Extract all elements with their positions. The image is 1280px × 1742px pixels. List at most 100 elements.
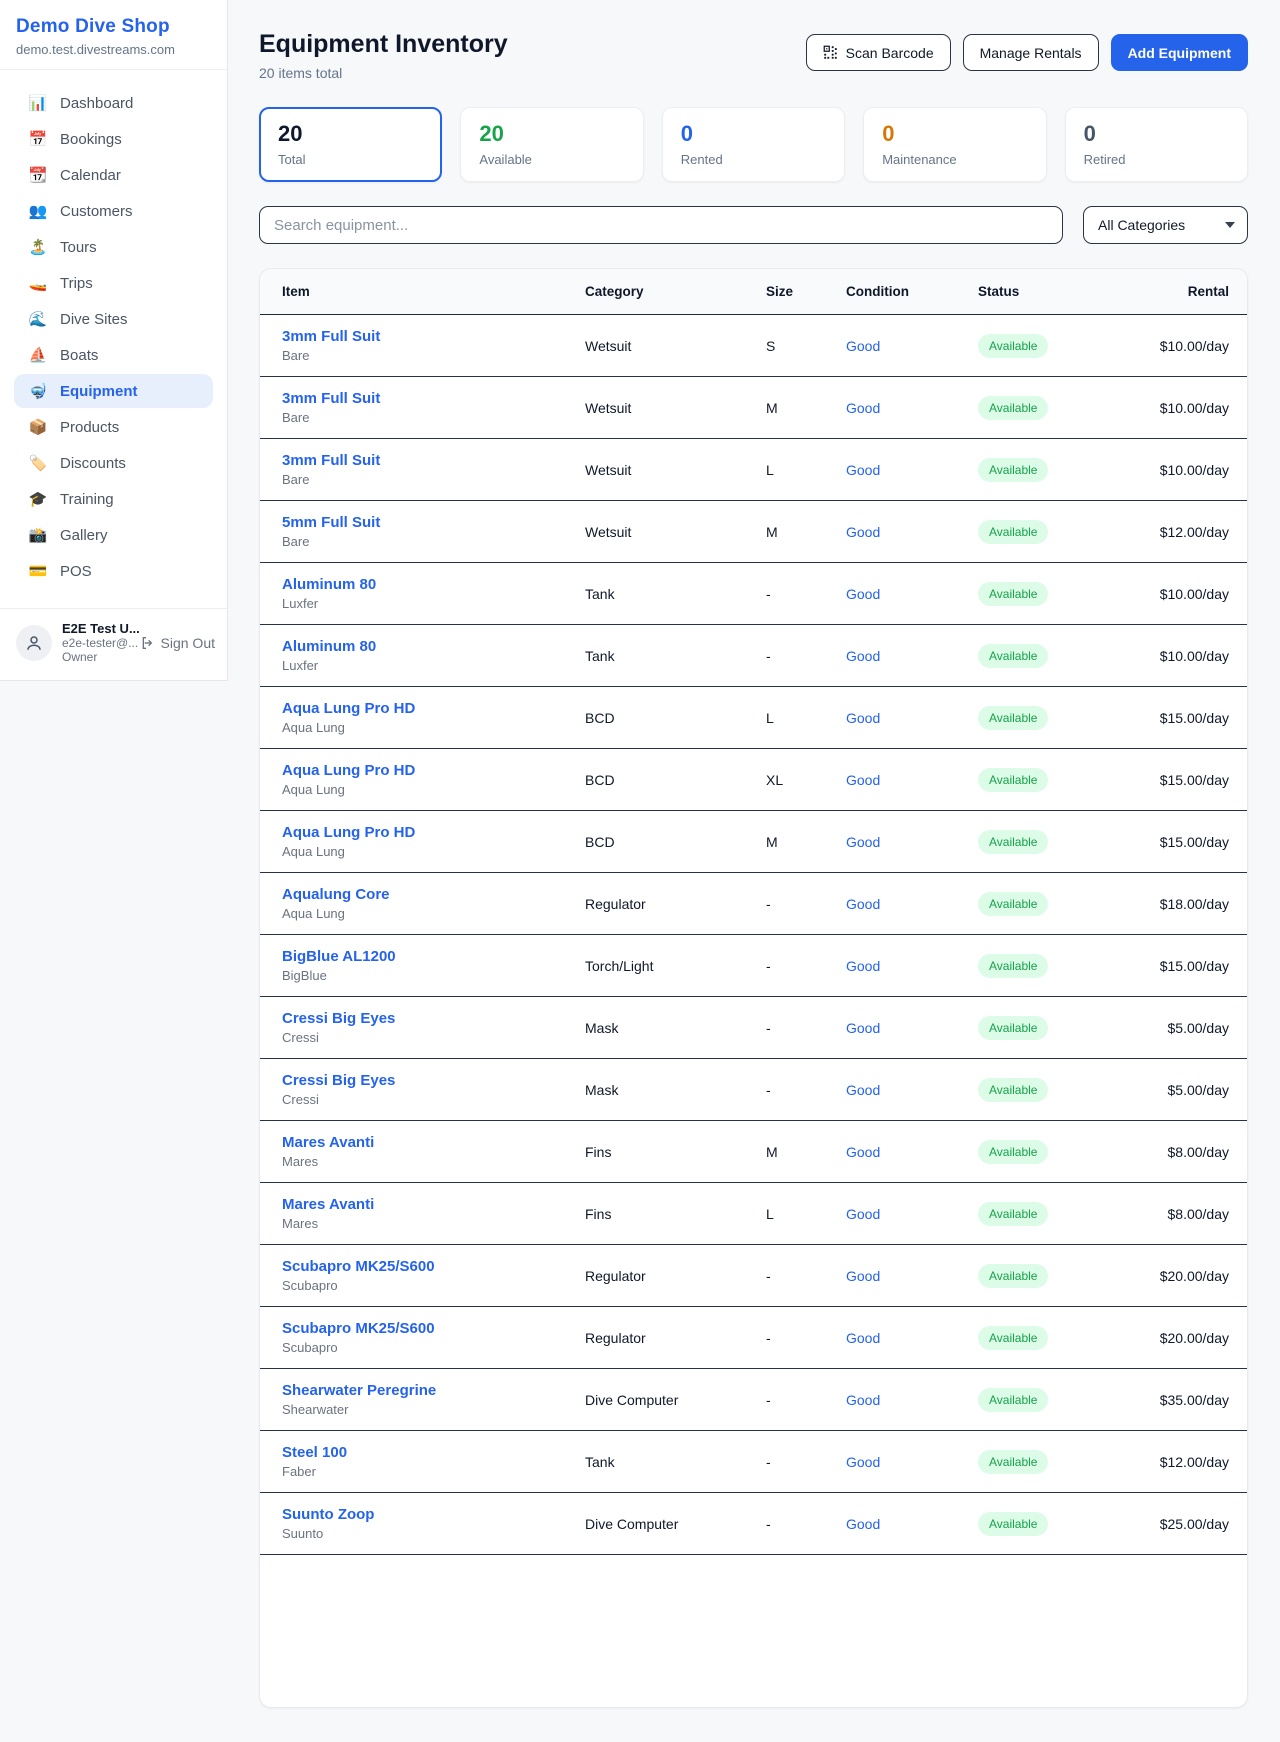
item-name-link[interactable]: Aluminum 80 bbox=[282, 576, 563, 593]
rental-cell: $10.00/day bbox=[1156, 648, 1247, 664]
item-name-link[interactable]: Aqua Lung Pro HD bbox=[282, 700, 563, 717]
item-name-link[interactable]: 3mm Full Suit bbox=[282, 452, 563, 469]
status-badge: Available bbox=[978, 582, 1048, 606]
item-name-link[interactable]: 5mm Full Suit bbox=[282, 514, 563, 531]
condition-link[interactable]: Good bbox=[824, 1392, 956, 1408]
item-name-link[interactable]: Shearwater Peregrine bbox=[282, 1382, 563, 1399]
condition-link[interactable]: Good bbox=[824, 338, 956, 354]
item-cell: Aqua Lung Pro HD Aqua Lung bbox=[260, 824, 563, 859]
item-name-link[interactable]: Aqua Lung Pro HD bbox=[282, 824, 563, 841]
sidebar-item-calendar[interactable]: 📆 Calendar bbox=[14, 158, 213, 192]
condition-link[interactable]: Good bbox=[824, 1020, 956, 1036]
sidebar-item-products[interactable]: 📦 Products bbox=[14, 410, 213, 444]
sidebar-item-equipment[interactable]: 🤿 Equipment bbox=[14, 374, 213, 408]
sidebar-item-pos[interactable]: 💳 POS bbox=[14, 554, 213, 588]
item-cell: Aqua Lung Pro HD Aqua Lung bbox=[260, 700, 563, 735]
condition-link[interactable]: Good bbox=[824, 1516, 956, 1532]
sign-out-button[interactable]: Sign Out bbox=[140, 635, 215, 651]
item-name-link[interactable]: Mares Avanti bbox=[282, 1134, 563, 1151]
item-brand: BigBlue bbox=[282, 968, 563, 983]
category-cell: Regulator bbox=[563, 1330, 744, 1346]
rental-cell: $20.00/day bbox=[1156, 1268, 1247, 1284]
condition-link[interactable]: Good bbox=[824, 1330, 956, 1346]
item-brand: Faber bbox=[282, 1464, 563, 1479]
item-brand: Shearwater bbox=[282, 1402, 563, 1417]
sidebar-item-label: Products bbox=[60, 419, 119, 436]
col-rental: Rental bbox=[1156, 284, 1247, 299]
sidebar-item-gallery[interactable]: 📸 Gallery bbox=[14, 518, 213, 552]
condition-link[interactable]: Good bbox=[824, 958, 956, 974]
condition-link[interactable]: Good bbox=[824, 462, 956, 478]
condition-link[interactable]: Good bbox=[824, 1454, 956, 1470]
condition-link[interactable]: Good bbox=[824, 1206, 956, 1222]
stat-card-total[interactable]: 20 Total bbox=[259, 107, 442, 182]
size-cell: - bbox=[744, 648, 824, 664]
condition-link[interactable]: Good bbox=[824, 648, 956, 664]
status-cell: Available bbox=[956, 582, 1156, 606]
sidebar-item-bookings[interactable]: 📅 Bookings bbox=[14, 122, 213, 156]
status-cell: Available bbox=[956, 892, 1156, 916]
stat-card-maintenance[interactable]: 0 Maintenance bbox=[863, 107, 1046, 182]
col-status: Status bbox=[956, 284, 1156, 299]
condition-link[interactable]: Good bbox=[824, 1082, 956, 1098]
search-input[interactable] bbox=[259, 206, 1063, 244]
item-name-link[interactable]: Aluminum 80 bbox=[282, 638, 563, 655]
sidebar-item-dashboard[interactable]: 📊 Dashboard bbox=[14, 86, 213, 120]
condition-link[interactable]: Good bbox=[824, 1144, 956, 1160]
item-cell: Mares Avanti Mares bbox=[260, 1196, 563, 1231]
item-name-link[interactable]: Scubapro MK25/S600 bbox=[282, 1258, 563, 1275]
sidebar-item-dive-sites[interactable]: 🌊 Dive Sites bbox=[14, 302, 213, 336]
status-cell: Available bbox=[956, 1450, 1156, 1474]
status-badge: Available bbox=[978, 1512, 1048, 1536]
item-name-link[interactable]: 3mm Full Suit bbox=[282, 328, 563, 345]
condition-link[interactable]: Good bbox=[824, 524, 956, 540]
manage-rentals-button[interactable]: Manage Rentals bbox=[963, 34, 1099, 71]
item-cell: Steel 100 Faber bbox=[260, 1444, 563, 1479]
item-name-link[interactable]: Cressi Big Eyes bbox=[282, 1072, 563, 1089]
category-select[interactable]: All Categories bbox=[1083, 206, 1248, 244]
scan-barcode-button[interactable]: Scan Barcode bbox=[806, 34, 951, 71]
condition-link[interactable]: Good bbox=[824, 586, 956, 602]
size-cell: - bbox=[744, 1392, 824, 1408]
item-name-link[interactable]: BigBlue AL1200 bbox=[282, 948, 563, 965]
item-name-link[interactable]: Suunto Zoop bbox=[282, 1506, 563, 1523]
item-cell: 3mm Full Suit Bare bbox=[260, 328, 563, 363]
sidebar-item-trips[interactable]: 🚤 Trips bbox=[14, 266, 213, 300]
status-cell: Available bbox=[956, 334, 1156, 358]
condition-link[interactable]: Good bbox=[824, 400, 956, 416]
condition-link[interactable]: Good bbox=[824, 772, 956, 788]
rental-cell: $15.00/day bbox=[1156, 710, 1247, 726]
item-name-link[interactable]: Aqualung Core bbox=[282, 886, 563, 903]
item-name-link[interactable]: 3mm Full Suit bbox=[282, 390, 563, 407]
stat-card-rented[interactable]: 0 Rented bbox=[662, 107, 845, 182]
item-name-link[interactable]: Scubapro MK25/S600 bbox=[282, 1320, 563, 1337]
stat-card-available[interactable]: 20 Available bbox=[460, 107, 643, 182]
page-subtitle: 20 items total bbox=[259, 65, 508, 81]
status-cell: Available bbox=[956, 520, 1156, 544]
scan-barcode-label: Scan Barcode bbox=[846, 45, 934, 61]
table-row: Mares Avanti Mares Fins M Good Available… bbox=[260, 1121, 1247, 1183]
stat-card-retired[interactable]: 0 Retired bbox=[1065, 107, 1248, 182]
item-name-link[interactable]: Mares Avanti bbox=[282, 1196, 563, 1213]
rental-cell: $15.00/day bbox=[1156, 958, 1247, 974]
size-cell: - bbox=[744, 1082, 824, 1098]
sidebar-item-boats[interactable]: ⛵ Boats bbox=[14, 338, 213, 372]
item-name-link[interactable]: Cressi Big Eyes bbox=[282, 1010, 563, 1027]
item-name-link[interactable]: Steel 100 bbox=[282, 1444, 563, 1461]
rental-cell: $15.00/day bbox=[1156, 834, 1247, 850]
item-name-link[interactable]: Aqua Lung Pro HD bbox=[282, 762, 563, 779]
sidebar-item-icon: 📸 bbox=[28, 526, 48, 544]
item-cell: Cressi Big Eyes Cressi bbox=[260, 1010, 563, 1045]
add-equipment-button[interactable]: Add Equipment bbox=[1111, 34, 1248, 71]
condition-link[interactable]: Good bbox=[824, 1268, 956, 1284]
sidebar-item-tours[interactable]: 🏝️ Tours bbox=[14, 230, 213, 264]
sidebar-item-discounts[interactable]: 🏷️ Discounts bbox=[14, 446, 213, 480]
sidebar-item-training[interactable]: 🎓 Training bbox=[14, 482, 213, 516]
condition-link[interactable]: Good bbox=[824, 896, 956, 912]
table-row: BigBlue AL1200 BigBlue Torch/Light - Goo… bbox=[260, 935, 1247, 997]
table-row: Cressi Big Eyes Cressi Mask - Good Avail… bbox=[260, 997, 1247, 1059]
condition-link[interactable]: Good bbox=[824, 710, 956, 726]
sidebar-item-customers[interactable]: 👥 Customers bbox=[14, 194, 213, 228]
sidebar-item-label: Discounts bbox=[60, 455, 126, 472]
condition-link[interactable]: Good bbox=[824, 834, 956, 850]
